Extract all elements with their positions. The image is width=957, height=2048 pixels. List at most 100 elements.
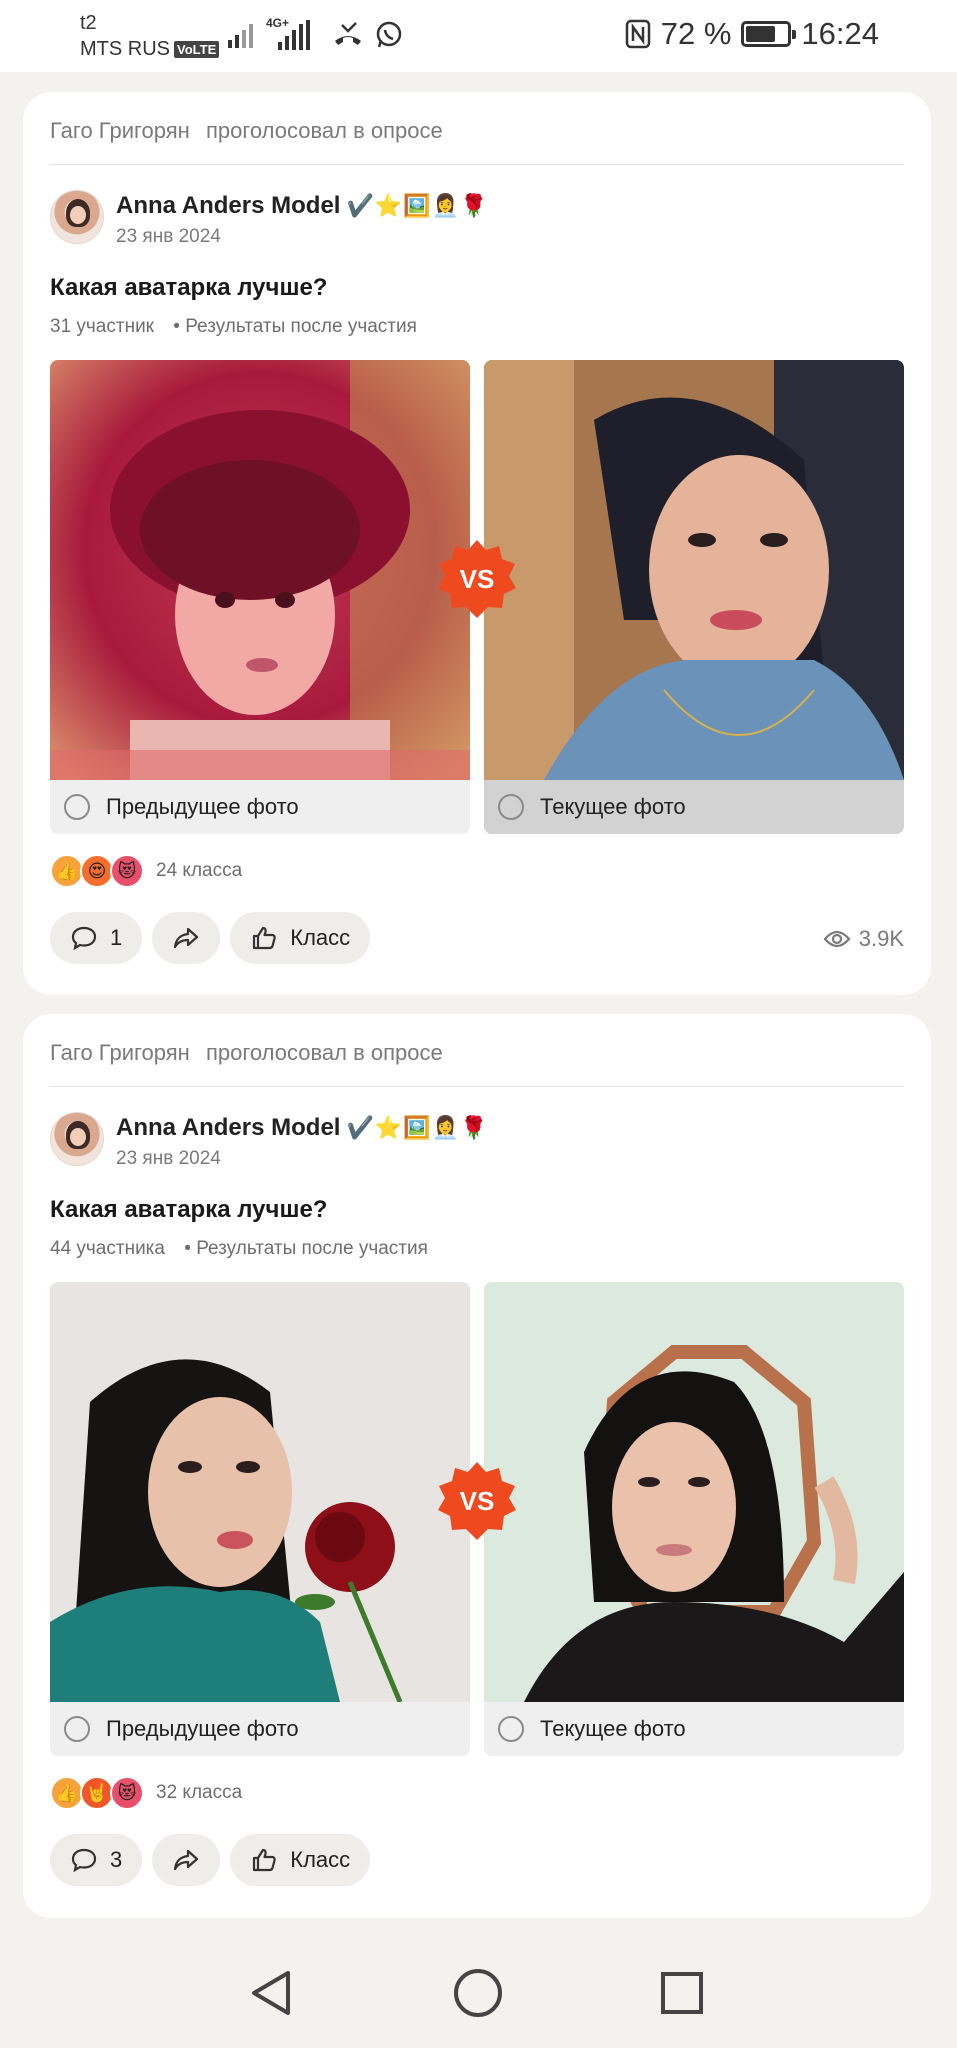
poll-post-card: Гаго Григорян проголосовал в опросе Anna… bbox=[23, 92, 931, 995]
activity-line: Гаго Григорян проголосовал в опросе bbox=[50, 1040, 443, 1066]
carrier-info: t2 MTS RUS VoLTE bbox=[80, 10, 220, 62]
participants-count: 44 участника bbox=[50, 1238, 165, 1259]
carrier-2: MTS RUS bbox=[80, 38, 170, 60]
clock: 16:24 bbox=[801, 16, 879, 51]
vs-label: VS bbox=[460, 564, 495, 594]
status-bar: t2 MTS RUS VoLTE 4G+ 72 % 16:24 bbox=[0, 0, 957, 72]
author-name-row[interactable]: Anna Anders Model ✔️⭐🖼️👩‍💼🌹 bbox=[116, 192, 488, 220]
class-button[interactable]: Класс bbox=[230, 1834, 371, 1886]
reactions-row[interactable]: 👍 🤘 😻 32 класса bbox=[50, 1776, 242, 1810]
comments-button[interactable]: 1 bbox=[50, 912, 143, 964]
poll-meta: 31 участник • Результаты после участия bbox=[50, 316, 417, 338]
activity-line: Гаго Григорян проголосовал в опросе bbox=[50, 118, 443, 144]
poll-post-card: Гаго Григорян проголосовал в опросе Anna… bbox=[23, 1014, 931, 1918]
option-label-row[interactable]: Предыдущее фото bbox=[50, 780, 470, 834]
vs-badge: VS bbox=[438, 540, 516, 618]
signal-icon bbox=[228, 24, 253, 48]
author-name[interactable]: Anna Anders Model bbox=[116, 192, 340, 220]
voter-name[interactable]: Гаго Григорян bbox=[50, 118, 190, 143]
recents-icon[interactable] bbox=[654, 1965, 710, 2021]
home-icon[interactable] bbox=[450, 1965, 506, 2021]
share-button[interactable] bbox=[152, 912, 221, 964]
heart-reaction-icon: 😻 bbox=[110, 1776, 144, 1810]
option-label-row[interactable]: Текущее фото bbox=[484, 780, 904, 834]
back-icon[interactable] bbox=[244, 1965, 300, 2021]
results-note: • Результаты после участия bbox=[184, 1238, 428, 1259]
battery-icon bbox=[741, 21, 797, 47]
option-label: Текущее фото bbox=[540, 1716, 686, 1741]
current-photo bbox=[484, 1282, 904, 1702]
thumbs-up-icon bbox=[253, 926, 276, 950]
voter-action: проголосовал в опросе bbox=[205, 118, 443, 143]
poll-option-current[interactable]: Текущее фото bbox=[484, 1282, 904, 1756]
divider bbox=[50, 1086, 904, 1087]
vs-label: VS bbox=[460, 1486, 495, 1516]
radio-button[interactable] bbox=[64, 1716, 90, 1742]
current-photo bbox=[484, 360, 904, 780]
author-badges: ✔️⭐🖼️👩‍💼🌹 bbox=[346, 1115, 489, 1140]
system-nav-bar bbox=[0, 1935, 957, 2048]
battery-fill bbox=[746, 26, 776, 42]
class-button[interactable]: Класс bbox=[230, 912, 371, 964]
author-name-row[interactable]: Anna Anders Model ✔️⭐🖼️👩‍💼🌹 bbox=[116, 1114, 488, 1142]
action-bar: 1 Класс bbox=[50, 912, 371, 964]
author-avatar[interactable] bbox=[50, 1112, 104, 1166]
participants-count: 31 участник bbox=[50, 316, 154, 337]
heart-reaction-icon: 😻 bbox=[110, 854, 144, 888]
reactions-count[interactable]: 24 класса bbox=[156, 860, 242, 882]
rock-reaction-icon: 🤘 bbox=[80, 1776, 114, 1810]
views-count: 3.9K bbox=[858, 926, 904, 951]
option-label: Предыдущее фото bbox=[106, 1716, 299, 1741]
comment-icon bbox=[71, 926, 97, 951]
poll-meta: 44 участника • Результаты после участия bbox=[50, 1238, 428, 1260]
comments-button[interactable]: 3 bbox=[50, 1834, 143, 1886]
post-date: 23 янв 2024 bbox=[116, 226, 221, 247]
post-date: 23 янв 2024 bbox=[116, 1148, 221, 1169]
voter-action: проголосовал в опросе bbox=[205, 1040, 443, 1065]
radio-button[interactable] bbox=[498, 1716, 524, 1742]
comment-icon bbox=[71, 1848, 97, 1873]
eye-icon bbox=[823, 930, 851, 948]
reactions-count[interactable]: 32 класса bbox=[156, 1782, 242, 1804]
comments-count: 1 bbox=[110, 925, 123, 950]
poll-option-current[interactable]: Текущее фото bbox=[484, 360, 904, 834]
signal-icon-2 bbox=[278, 20, 310, 50]
share-button[interactable] bbox=[152, 1834, 221, 1886]
thumbs-up-icon bbox=[253, 1848, 276, 1872]
like-reaction-icon: 👍 bbox=[50, 854, 84, 888]
like-reaction-icon: 👍 bbox=[50, 1776, 84, 1810]
action-bar: 3 Класс bbox=[50, 1834, 371, 1886]
radio-button[interactable] bbox=[64, 794, 90, 820]
vs-badge: VS bbox=[438, 1462, 516, 1540]
class-label: Класс bbox=[290, 1847, 351, 1872]
divider bbox=[50, 164, 904, 165]
class-label: Класс bbox=[290, 925, 351, 950]
option-label-row[interactable]: Текущее фото bbox=[484, 1702, 904, 1756]
previous-photo bbox=[50, 1282, 470, 1702]
poll-question: Какая аватарка лучше? bbox=[50, 274, 328, 301]
author-badges: ✔️⭐🖼️👩‍💼🌹 bbox=[346, 193, 489, 218]
radio-button[interactable] bbox=[498, 794, 524, 820]
battery-percent: 72 % bbox=[660, 16, 732, 51]
missed-call-icon bbox=[335, 22, 361, 45]
nfc-icon bbox=[625, 19, 650, 49]
share-icon bbox=[174, 927, 199, 949]
option-label: Предыдущее фото bbox=[106, 794, 299, 819]
share-icon bbox=[174, 1849, 199, 1871]
poll-option-previous[interactable]: Предыдущее фото bbox=[50, 1282, 470, 1756]
poll-question: Какая аватарка лучше? bbox=[50, 1196, 328, 1223]
poll-option-previous[interactable]: Предыдущее фото bbox=[50, 360, 470, 834]
option-label-row[interactable]: Предыдущее фото bbox=[50, 1702, 470, 1756]
previous-photo bbox=[50, 360, 470, 780]
volte-badge: VoLTE bbox=[174, 40, 220, 58]
reactions-row[interactable]: 👍 😍 😻 24 класса bbox=[50, 854, 242, 888]
views-counter: 3.9K bbox=[823, 926, 904, 952]
author-name[interactable]: Anna Anders Model bbox=[116, 1114, 340, 1142]
love-reaction-icon: 😍 bbox=[80, 854, 114, 888]
option-label: Текущее фото bbox=[540, 794, 686, 819]
whatsapp-icon bbox=[376, 21, 402, 48]
voter-name[interactable]: Гаго Григорян bbox=[50, 1040, 190, 1065]
carrier-1: t2 bbox=[80, 12, 97, 34]
author-avatar[interactable] bbox=[50, 190, 104, 244]
results-note: • Результаты после участия bbox=[173, 316, 417, 337]
